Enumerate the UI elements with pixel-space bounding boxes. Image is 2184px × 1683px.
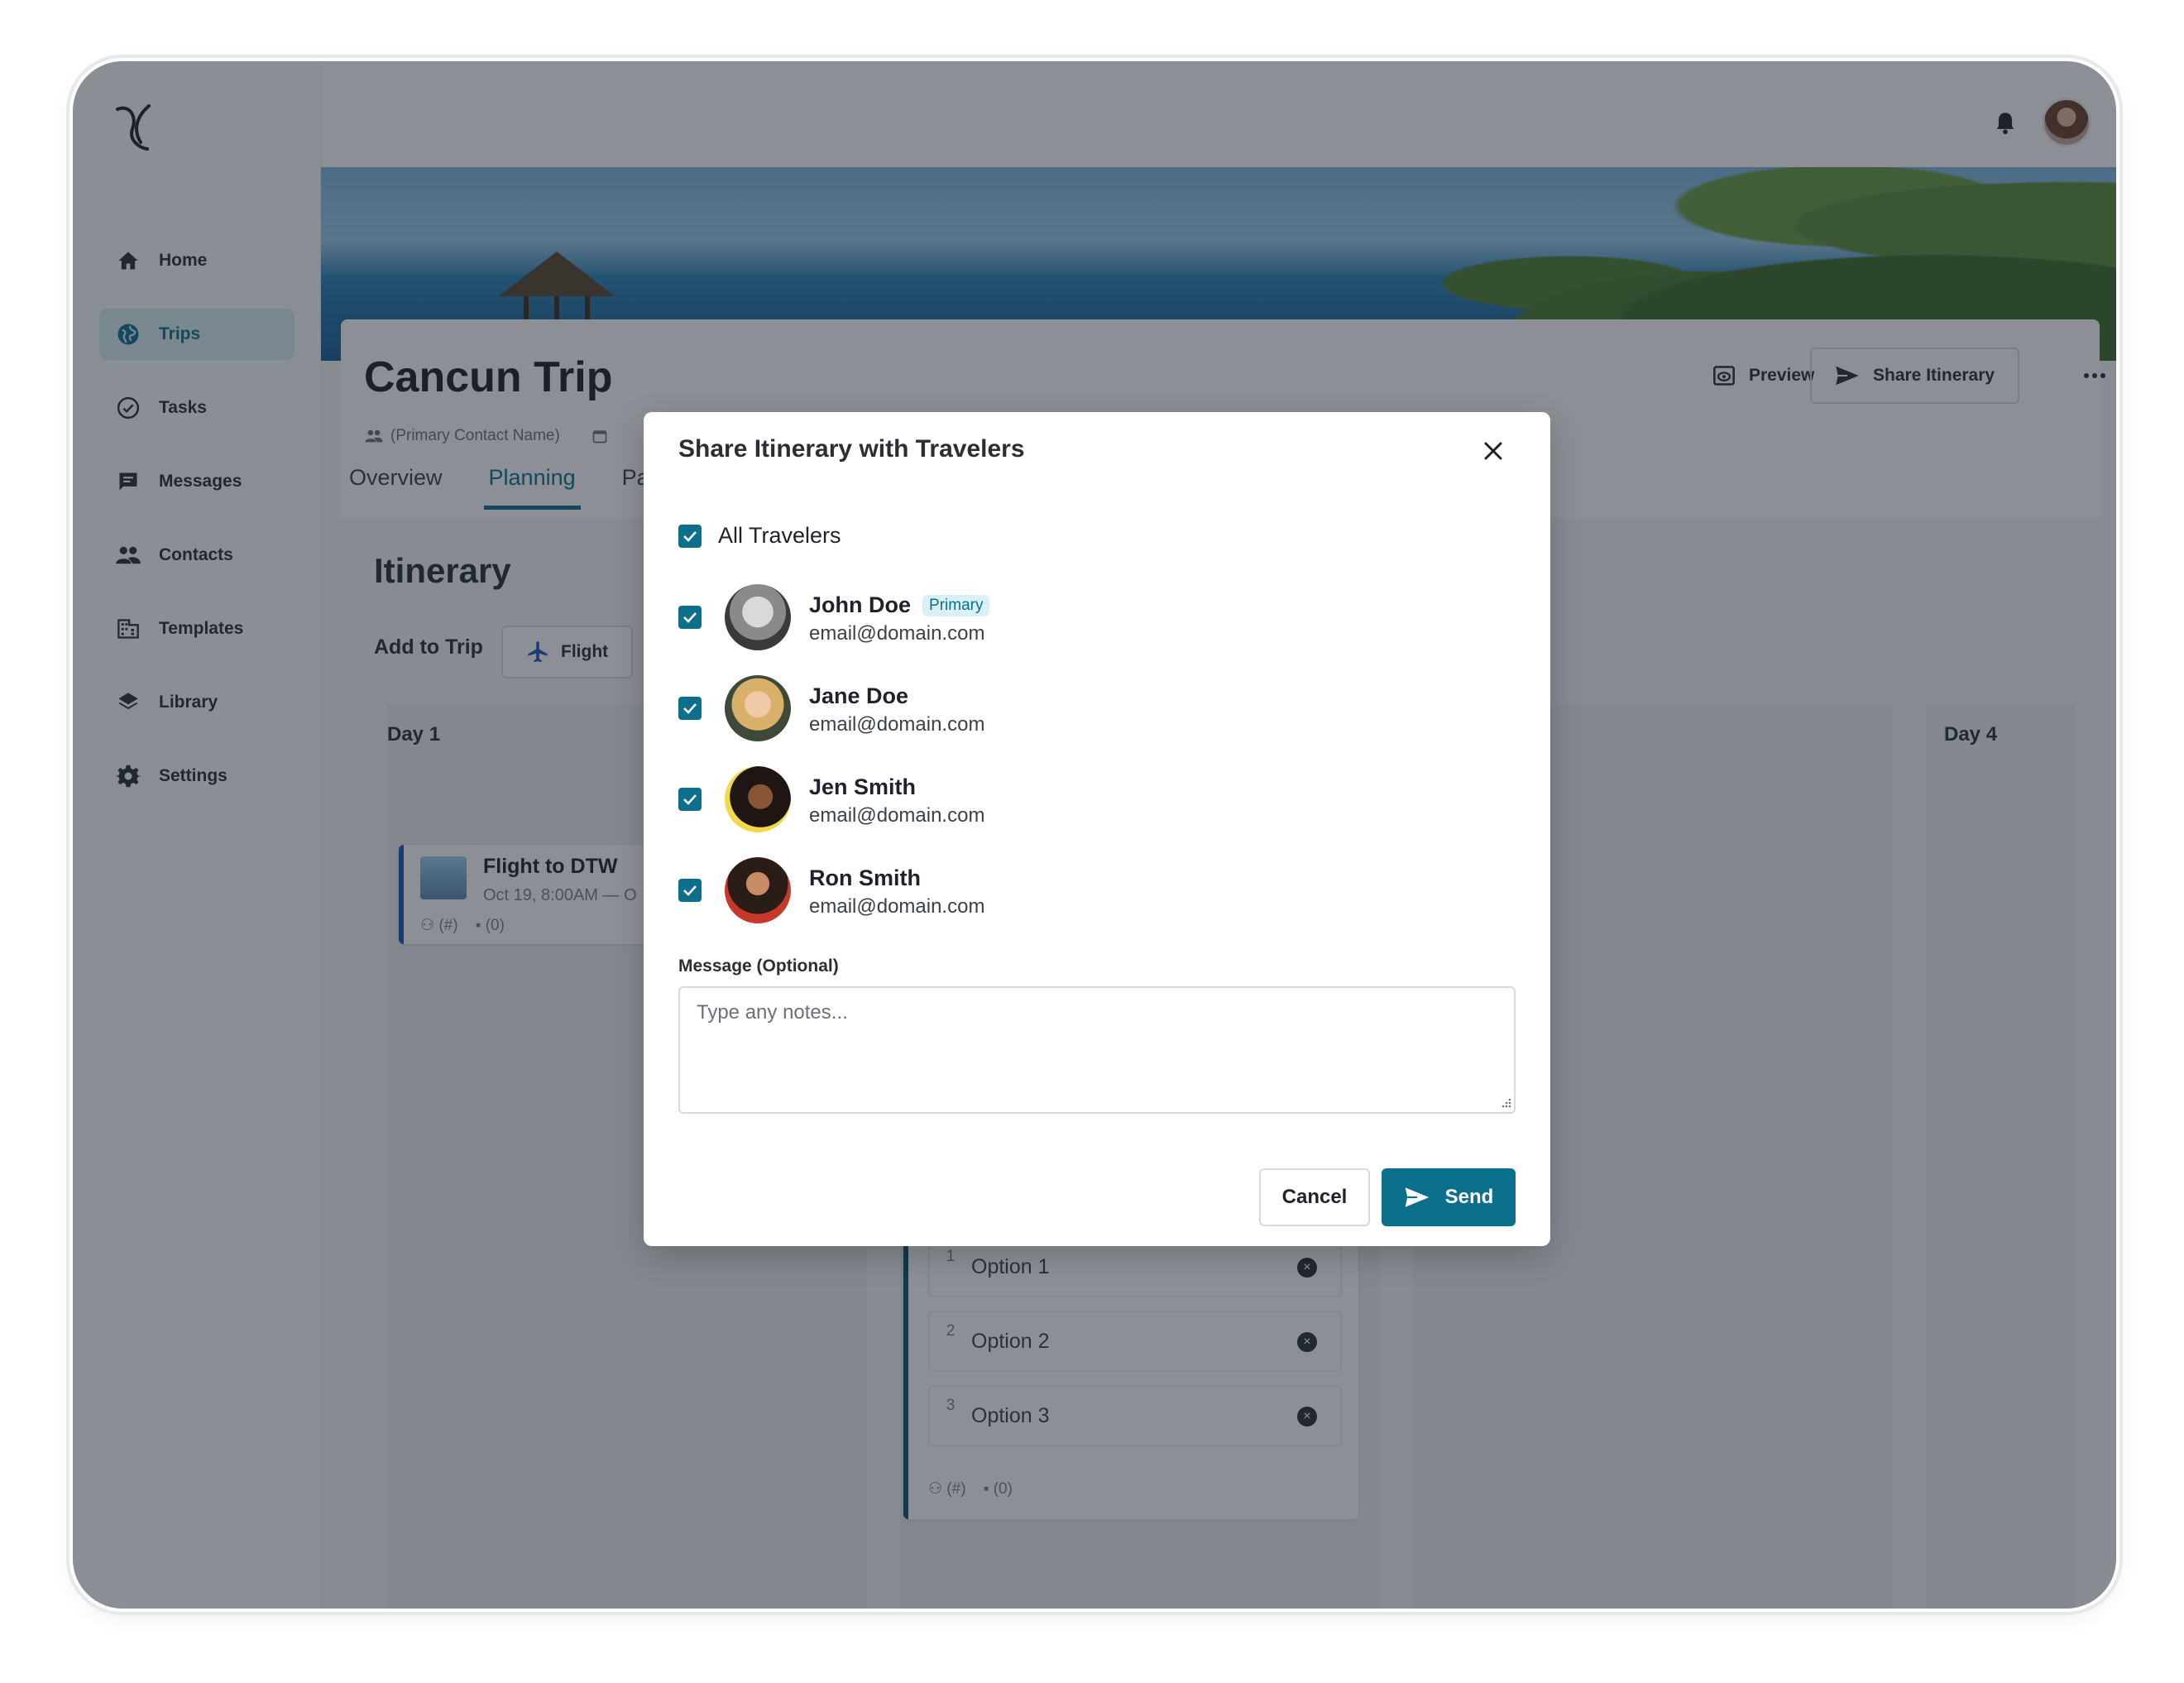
- traveler-checkbox[interactable]: [678, 606, 702, 629]
- traveler-name-text: John Doe: [809, 592, 912, 617]
- cancel-button[interactable]: Cancel: [1259, 1168, 1370, 1226]
- checkmark-icon: [683, 612, 697, 623]
- traveler-email: email@domain.com: [809, 804, 985, 827]
- resize-grip-icon[interactable]: [1501, 1097, 1512, 1109]
- avatar: [725, 857, 791, 923]
- avatar: [725, 675, 791, 741]
- checkmark-icon: [683, 531, 697, 542]
- avatar: [725, 766, 791, 832]
- primary-badge: Primary: [922, 594, 990, 616]
- traveler-email: email@domain.com: [809, 895, 985, 918]
- message-label: Message (Optional): [678, 957, 839, 976]
- device-frame: Home Trips Tasks Messages Contacts Templ…: [69, 58, 2119, 1612]
- message-textarea[interactable]: [678, 986, 1516, 1114]
- traveler-checkbox[interactable]: [678, 697, 702, 720]
- traveler-checkbox[interactable]: [678, 879, 702, 902]
- traveler-email: email@domain.com: [809, 622, 985, 645]
- close-icon[interactable]: [1479, 437, 1507, 465]
- send-button-label: Send: [1444, 1186, 1494, 1208]
- all-travelers-label: All Travelers: [718, 523, 841, 548]
- traveler-email: email@domain.com: [809, 713, 985, 736]
- app-window: Home Trips Tasks Messages Contacts Templ…: [73, 61, 2116, 1609]
- all-travelers-checkbox[interactable]: [678, 525, 702, 548]
- traveler-name: Ron Smith: [809, 865, 921, 890]
- dialog-title: Share Itinerary with Travelers: [678, 435, 1025, 463]
- send-icon: [1405, 1187, 1429, 1207]
- send-button[interactable]: Send: [1382, 1168, 1516, 1226]
- traveler-name: John Doe Primary: [809, 592, 990, 618]
- traveler-name: Jane Doe: [809, 683, 909, 708]
- checkmark-icon: [683, 794, 697, 805]
- avatar: [725, 584, 791, 650]
- checkmark-icon: [683, 703, 697, 714]
- share-itinerary-dialog: Share Itinerary with Travelers All Trave…: [644, 412, 1550, 1246]
- checkmark-icon: [683, 885, 697, 896]
- traveler-checkbox[interactable]: [678, 788, 702, 811]
- traveler-name: Jen Smith: [809, 774, 917, 799]
